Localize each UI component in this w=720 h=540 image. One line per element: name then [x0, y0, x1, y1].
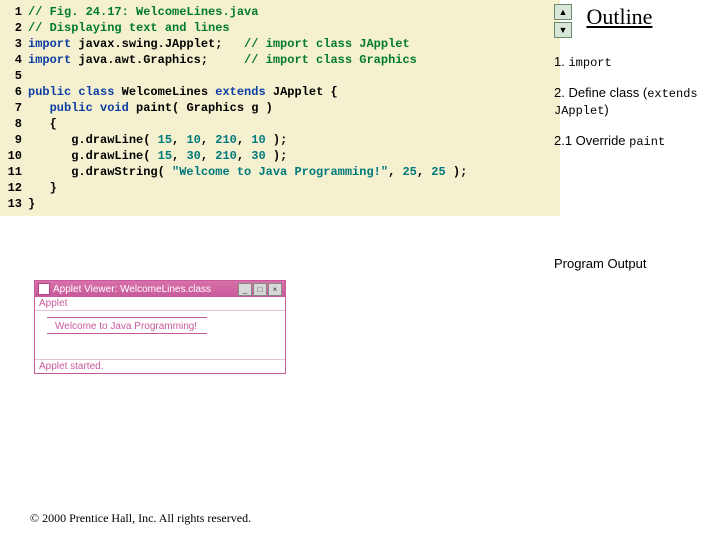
line-number: 1	[0, 4, 28, 20]
line-number: 3	[0, 36, 28, 52]
nav-prev-button[interactable]: ▲	[554, 4, 572, 20]
outline-item: 1. import	[554, 54, 714, 71]
drawn-string: Welcome to Java Programming!	[55, 321, 197, 332]
code-text: {	[28, 116, 57, 132]
line-number: 13	[0, 196, 28, 212]
code-text: // Displaying text and lines	[28, 20, 230, 36]
program-output-label: Program Output	[554, 256, 714, 271]
code-line: 5	[0, 68, 560, 84]
applet-menu[interactable]: Applet	[35, 297, 285, 311]
code-text: }	[28, 196, 35, 212]
nav-next-button[interactable]: ▼	[554, 22, 572, 38]
line-number: 10	[0, 148, 28, 164]
code-line: 11 g.drawString( "Welcome to Java Progra…	[0, 164, 560, 180]
code-text: import javax.swing.JApplet; // import cl…	[28, 36, 410, 52]
code-line: 1// Fig. 24.17: WelcomeLines.java	[0, 4, 560, 20]
code-text: import java.awt.Graphics; // import clas…	[28, 52, 417, 68]
maximize-button[interactable]: □	[253, 283, 267, 296]
code-line: 6public class WelcomeLines extends JAppl…	[0, 84, 560, 100]
code-line: 4import java.awt.Graphics; // import cla…	[0, 52, 560, 68]
applet-titlebar: Applet Viewer: WelcomeLines.class _ □ ×	[35, 281, 285, 297]
code-line: 10 g.drawLine( 15, 30, 210, 30 );	[0, 148, 560, 164]
line-number: 11	[0, 164, 28, 180]
outline-item: 2.1 Override paint	[554, 133, 714, 150]
code-line: 3import javax.swing.JApplet; // import c…	[0, 36, 560, 52]
drawn-line-1	[47, 317, 207, 318]
code-line: 2// Displaying text and lines	[0, 20, 560, 36]
code-text: public void paint( Graphics g )	[28, 100, 273, 116]
line-number: 5	[0, 68, 28, 84]
applet-title: Applet Viewer: WelcomeLines.class	[53, 284, 211, 295]
line-number: 2	[0, 20, 28, 36]
outline-panel: ▲ ▼ Outline 1. import 2. Define class (ex…	[548, 0, 720, 154]
close-button[interactable]: ×	[268, 283, 282, 296]
line-number: 12	[0, 180, 28, 196]
minimize-button[interactable]: _	[238, 283, 252, 296]
applet-window: Applet Viewer: WelcomeLines.class _ □ × …	[34, 280, 286, 374]
line-number: 4	[0, 52, 28, 68]
code-text	[28, 68, 35, 84]
code-text: }	[28, 180, 57, 196]
code-text: g.drawString( "Welcome to Java Programmi…	[28, 164, 467, 180]
copyright-text: © 2000 Prentice Hall, Inc. All rights re…	[30, 511, 251, 526]
applet-body: Welcome to Java Programming!	[35, 311, 285, 359]
code-line: 9 g.drawLine( 15, 10, 210, 10 );	[0, 132, 560, 148]
code-text: public class WelcomeLines extends JApple…	[28, 84, 338, 100]
code-panel: 1// Fig. 24.17: WelcomeLines.java2// Dis…	[0, 0, 560, 216]
drawn-line-2	[47, 333, 207, 334]
applet-status: Applet started.	[35, 359, 285, 373]
code-text: g.drawLine( 15, 10, 210, 10 );	[28, 132, 287, 148]
code-line: 8 {	[0, 116, 560, 132]
outline-item: 2. Define class (extends JApplet)	[554, 85, 714, 119]
code-text: g.drawLine( 15, 30, 210, 30 );	[28, 148, 287, 164]
line-number: 6	[0, 84, 28, 100]
code-line: 12 }	[0, 180, 560, 196]
line-number: 8	[0, 116, 28, 132]
applet-icon	[38, 283, 50, 295]
code-line: 13}	[0, 196, 560, 212]
code-text: // Fig. 24.17: WelcomeLines.java	[28, 4, 258, 20]
line-number: 7	[0, 100, 28, 116]
outline-title: Outline	[586, 4, 652, 30]
code-line: 7 public void paint( Graphics g )	[0, 100, 560, 116]
line-number: 9	[0, 132, 28, 148]
